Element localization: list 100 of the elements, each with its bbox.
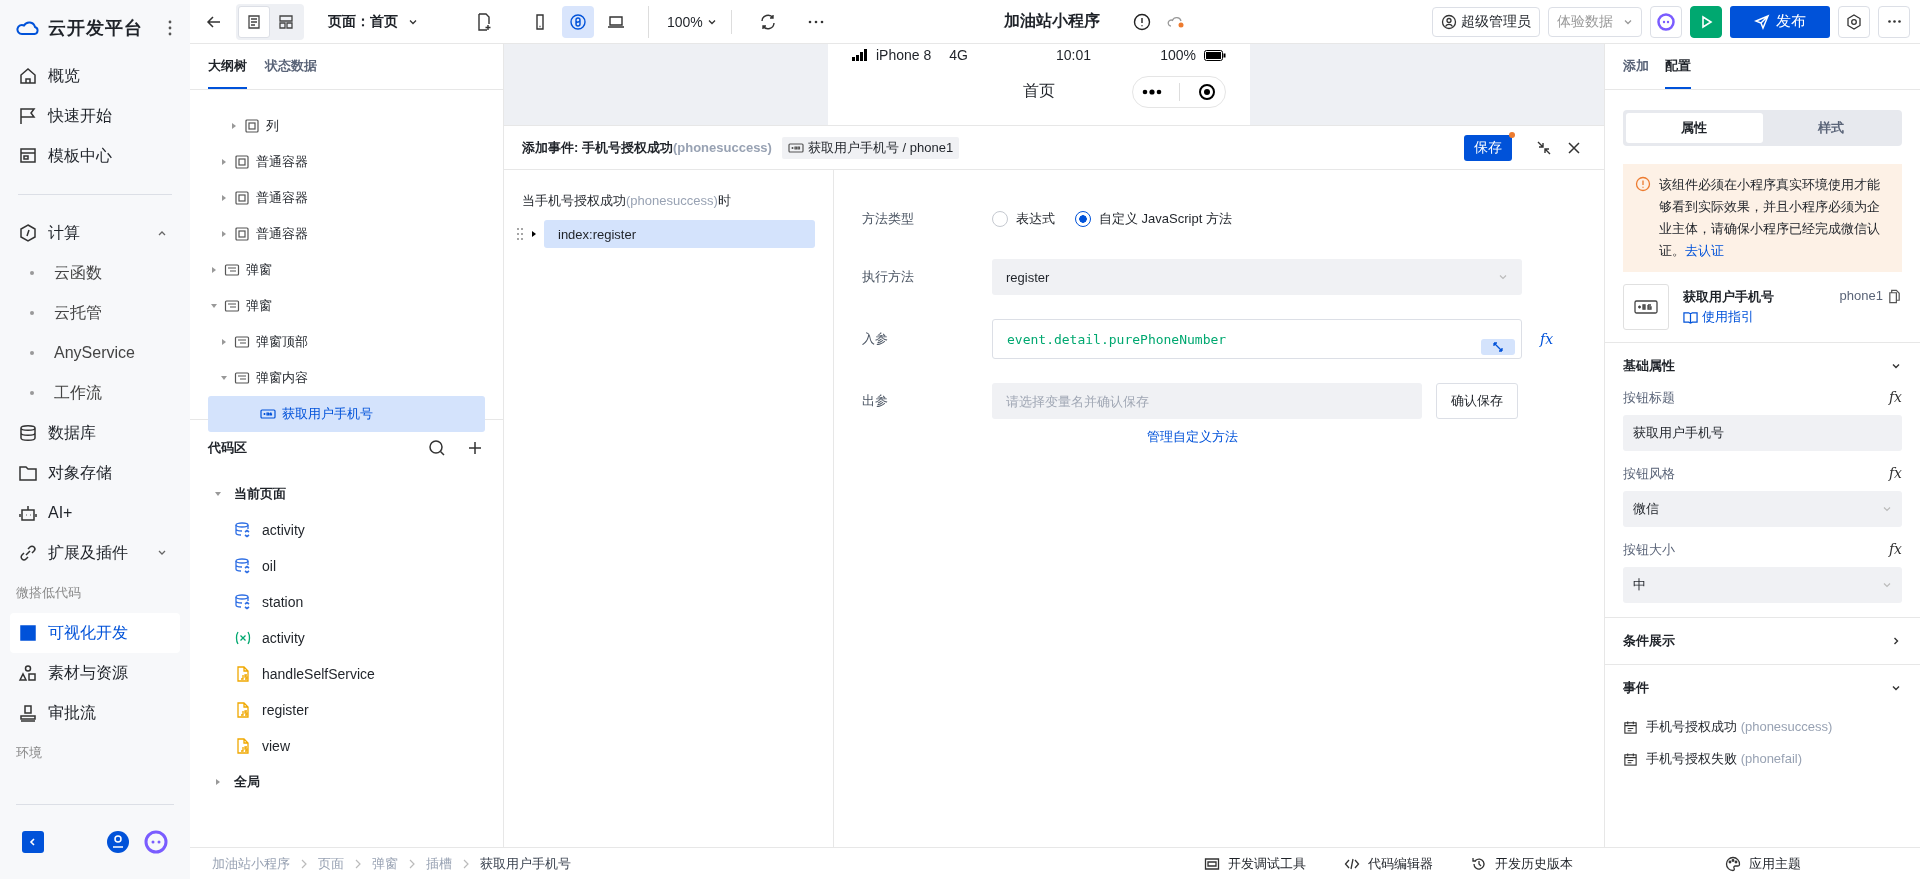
nav-item[interactable]: 对象存储 <box>10 453 180 493</box>
nav-item[interactable]: 云函数 <box>10 253 180 293</box>
code-item[interactable]: view <box>208 728 485 764</box>
panel-tab[interactable]: 状态数据 <box>265 44 317 89</box>
nav-item[interactable]: 素材与资源 <box>10 653 180 693</box>
save-button[interactable]: 保存 <box>1464 134 1512 161</box>
radio-option[interactable]: 自定义 JavaScript 方法 <box>1075 210 1232 228</box>
copy-icon[interactable] <box>1887 289 1902 304</box>
tree-item[interactable]: 弹窗顶部 <box>208 324 485 360</box>
formula-button[interactable]: fx <box>1888 389 1902 407</box>
caret-icon[interactable] <box>220 158 228 166</box>
nav-item[interactable]: 快速开始 <box>10 96 180 136</box>
publish-button[interactable]: 发布 <box>1730 5 1830 38</box>
miniprogram-device-button[interactable] <box>562 5 594 38</box>
breadcrumb-item[interactable]: 获取用户手机号 <box>480 854 571 873</box>
warning-icon[interactable] <box>1132 11 1152 32</box>
tree-item[interactable]: 弹窗内容 <box>208 360 485 396</box>
search-icon[interactable] <box>427 438 447 458</box>
nav-item[interactable]: 概览 <box>10 56 180 96</box>
event-item[interactable]: 手机号授权成功 (phonesuccess) <box>1623 711 1902 743</box>
code-item[interactable]: oil <box>208 548 485 584</box>
expand-editor-button[interactable] <box>1481 339 1515 355</box>
caret-icon[interactable] <box>210 266 218 274</box>
select-field[interactable]: 微信 <box>1623 491 1902 527</box>
assistant-button[interactable] <box>1650 5 1682 38</box>
settings-button[interactable] <box>1838 5 1870 38</box>
segment-tab[interactable]: 样式 <box>1762 113 1899 143</box>
panel-tab[interactable]: 配置 <box>1665 44 1691 89</box>
code-item[interactable]: handleSelfService <box>208 656 485 692</box>
tree-item[interactable]: 普通容器 <box>208 180 485 216</box>
nav-item[interactable]: 可视化开发 <box>10 613 180 653</box>
bottom-tool-button[interactable]: 代码编辑器 <box>1338 853 1439 874</box>
formula-button[interactable]: fx <box>1888 541 1902 559</box>
app-title: 加油站小程序 <box>1004 11 1100 31</box>
radio-option[interactable]: 表达式 <box>992 210 1055 228</box>
code-group[interactable]: 全局 <box>208 764 485 800</box>
tree-item[interactable]: 弹窗 <box>208 252 485 288</box>
more-icon[interactable] <box>168 20 172 36</box>
output-param-field[interactable]: 请选择变量名并确认保存 <box>992 383 1422 419</box>
verify-link[interactable]: 去认证 <box>1685 243 1724 258</box>
nav-item[interactable]: 审批流 <box>10 693 180 733</box>
tree-item[interactable]: 普通容器 <box>208 216 485 252</box>
tree-item[interactable]: 列 <box>208 108 485 144</box>
page-title: 首页 <box>1023 80 1055 101</box>
drag-handle-icon[interactable] <box>516 227 524 241</box>
event-item[interactable]: 手机号授权失败 (phonefail) <box>1623 743 1902 775</box>
nav-item[interactable]: 模板中心 <box>10 136 180 176</box>
section-header[interactable]: 条件展示 <box>1623 618 1902 664</box>
caret-icon[interactable] <box>220 194 228 202</box>
formula-button[interactable]: fx <box>1540 331 1554 347</box>
select-field[interactable]: 中 <box>1623 567 1902 603</box>
panel-tab[interactable]: 大纲树 <box>208 44 247 89</box>
page-select[interactable]: 页面：首页 <box>322 11 424 32</box>
caret-icon[interactable] <box>220 374 228 382</box>
tree-item[interactable]: 获取用户手机号 <box>208 396 485 432</box>
code-item[interactable]: register <box>208 692 485 728</box>
code-item[interactable]: activity <box>208 512 485 548</box>
text-field[interactable]: 获取用户手机号 <box>1623 415 1902 451</box>
caret-icon[interactable] <box>220 230 228 238</box>
segment-tab[interactable]: 属性 <box>1626 113 1763 143</box>
assistant-bot-icon[interactable] <box>144 830 168 854</box>
user-avatar-icon[interactable] <box>106 830 130 854</box>
container-icon <box>234 154 250 170</box>
action-item[interactable]: index:register <box>544 220 815 248</box>
nav-item[interactable]: AnyService <box>10 333 180 373</box>
run-button[interactable] <box>1690 5 1722 38</box>
caret-icon[interactable] <box>220 338 228 346</box>
confirm-save-button[interactable]: 确认保存 <box>1436 383 1518 419</box>
bottom-tool-button[interactable]: 开发历史版本 <box>1465 853 1579 874</box>
section-header[interactable]: 事件 <box>1623 665 1902 711</box>
tree-item[interactable]: 普通容器 <box>208 144 485 180</box>
nav-item[interactable]: 扩展及插件 <box>10 533 180 573</box>
warning-icon <box>1635 176 1651 192</box>
panel-tab[interactable]: 添加 <box>1623 44 1649 89</box>
page-view-toggle[interactable] <box>238 5 270 38</box>
zoom-select[interactable]: 100% <box>661 9 732 34</box>
caret-icon[interactable] <box>210 302 218 310</box>
nav-item[interactable]: 云托管 <box>10 293 180 333</box>
section-header[interactable]: 基础属性 <box>1623 343 1902 389</box>
manage-methods-link[interactable]: 管理自定义方法 <box>1146 429 1238 444</box>
method-select[interactable]: register <box>992 259 1522 295</box>
admin-user-button[interactable]: 超级管理员 <box>1432 6 1540 37</box>
apply-theme-button[interactable]: 应用主题 <box>1718 853 1807 874</box>
formula-button[interactable]: fx <box>1888 465 1902 483</box>
collapse-sidebar-button[interactable] <box>22 831 44 853</box>
field-label: 方法类型 <box>862 210 915 228</box>
tree-item[interactable]: 弹窗 <box>208 288 485 324</box>
code-item[interactable]: station <box>208 584 485 620</box>
bottom-tool-button[interactable]: 开发调试工具 <box>1198 853 1312 874</box>
caret-icon[interactable] <box>230 122 238 130</box>
chevron-right-icon <box>300 858 308 869</box>
expand-caret-icon[interactable] <box>530 230 538 238</box>
usage-guide-link[interactable]: 使用指引 <box>1683 308 1774 326</box>
nav-item[interactable]: AI+ <box>10 493 180 533</box>
code-item[interactable]: activity <box>208 620 485 656</box>
nav-item[interactable]: 数据库 <box>10 413 180 453</box>
battery-percent: 100% <box>1160 47 1196 63</box>
nav-item[interactable]: 工作流 <box>10 373 180 413</box>
nav-item[interactable]: 计算 <box>10 213 180 253</box>
code-group[interactable]: 当前页面 <box>208 476 485 512</box>
